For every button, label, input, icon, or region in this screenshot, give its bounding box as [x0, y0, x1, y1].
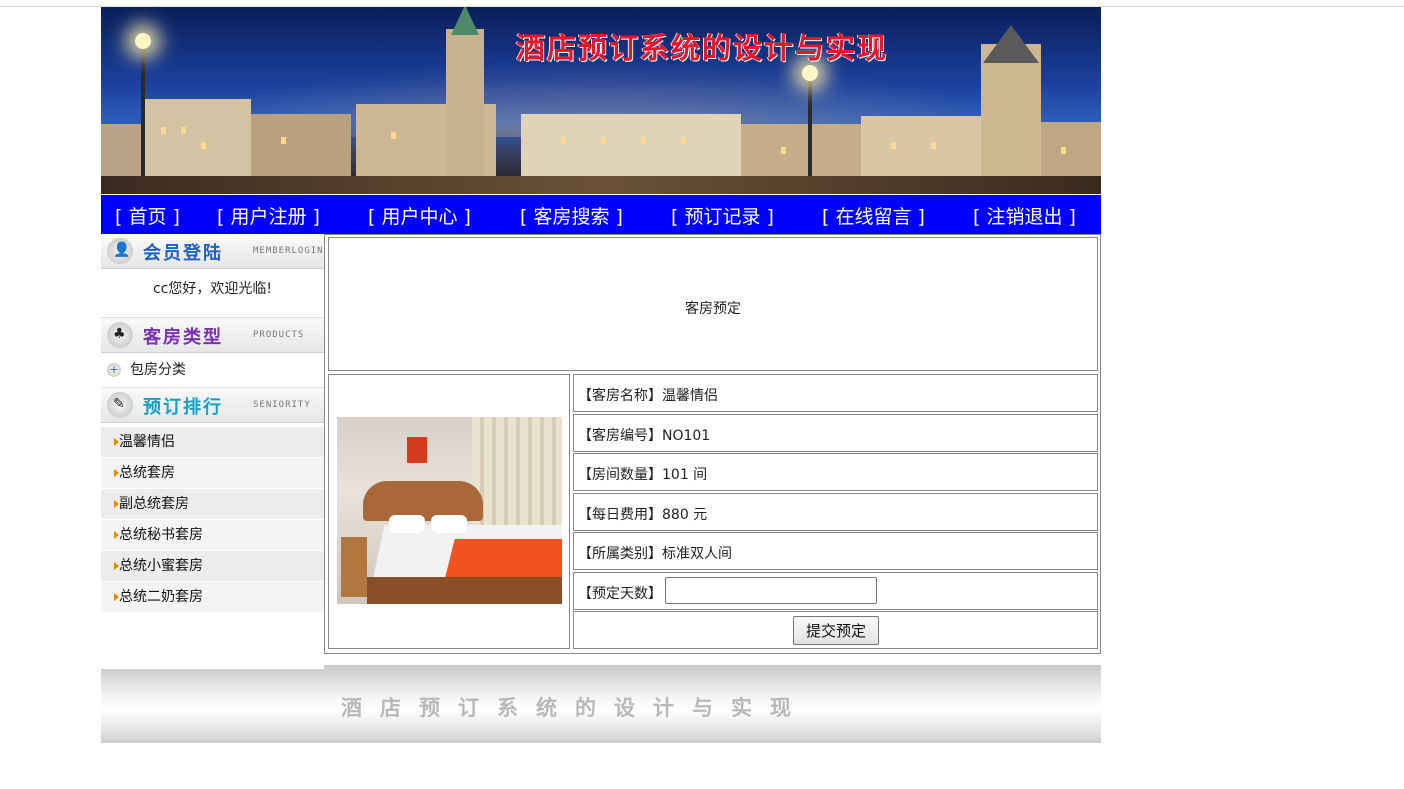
ranking-item[interactable]: 总统套房 — [101, 458, 324, 489]
sidebar: 👤 会员登陆 MEMBERLOGIN cc您好，欢迎光临! ♣ 客房类型 PRO… — [101, 234, 324, 667]
room-code: 【客房编号】NO101 — [578, 428, 711, 444]
room-count: 【房间数量】101 间 — [578, 467, 708, 483]
submit-booking-button[interactable]: 提交预定 — [793, 616, 879, 645]
ranking-title: 预订排行 — [143, 397, 223, 418]
welcome-text: cc您好，欢迎光临! — [101, 269, 324, 318]
banner-tower — [446, 29, 484, 194]
ranking-item[interactable]: 总统二奶套房 — [101, 582, 324, 613]
pencil-icon: ✎ — [107, 392, 133, 418]
room-name-row: 【客房名称】温馨情侣 — [573, 374, 1098, 412]
room-type: 【所属类别】标准双人间 — [578, 546, 732, 562]
booking-days-label: 【预定天数】 — [578, 586, 662, 602]
ranking-header: ✎ 预订排行 SENIORITY — [101, 388, 324, 423]
booking-header-cell: 客房预定 — [328, 237, 1098, 371]
room-count-row: 【房间数量】101 间 — [573, 453, 1098, 491]
ranking-subtitle: SENIORITY — [253, 400, 311, 410]
lamp-post — [141, 44, 145, 194]
tower-spire — [983, 25, 1039, 63]
category-item[interactable]: + 包房分类 — [101, 353, 324, 388]
plus-icon: + — [107, 363, 121, 377]
member-login-subtitle: MEMBERLOGIN — [253, 246, 324, 256]
member-icon: 👤 — [107, 238, 133, 264]
room-image-cell — [328, 374, 570, 649]
room-code-row: 【客房编号】NO101 — [573, 414, 1098, 452]
nav-user-center[interactable]: [ 用户中心 ] — [368, 202, 471, 229]
room-price-row: 【每日费用】880 元 — [573, 493, 1098, 531]
ranking-item[interactable]: 副总统套房 — [101, 489, 324, 520]
room-type-subtitle: PRODUCTS — [253, 330, 305, 340]
ranking-item[interactable]: 总统小蜜套房 — [101, 551, 324, 582]
booking-panel: 客房预定 【客房名称】温馨情侣 【客房编号】NO101 【房间数量】101 间 — [324, 234, 1101, 654]
nav-booking-records[interactable]: [ 预订记录 ] — [671, 202, 774, 229]
ranking-list: 温馨情侣 总统套房 副总统套房 总统秘书套房 总统小蜜套房 总统二奶套房 — [101, 423, 324, 613]
member-login-title: 会员登陆 — [143, 243, 223, 264]
room-price: 【每日费用】880 元 — [578, 507, 708, 523]
category-label: 包房分类 — [130, 362, 186, 378]
room-photo — [337, 417, 562, 604]
footer-text: 酒店预订系统的设计与实现 — [341, 695, 809, 720]
banner-ground — [101, 176, 1101, 194]
nav-register[interactable]: [ 用户注册 ] — [217, 202, 320, 229]
room-type-row: 【所属类别】标准双人间 — [573, 532, 1098, 570]
nav-messages[interactable]: [ 在线留言 ] — [822, 202, 925, 229]
booking-days-row: 【预定天数】 — [573, 572, 1098, 610]
page-wrapper: 酒店预订系统的设计与实现 [ 首页 ] [ 用户注册 ] [ 用户中心 ] [ … — [101, 7, 1101, 743]
products-icon: ♣ — [107, 322, 133, 348]
header-banner: 酒店预订系统的设计与实现 — [101, 7, 1101, 194]
nav-home[interactable]: [ 首页 ] — [115, 202, 180, 229]
room-type-header: ♣ 客房类型 PRODUCTS — [101, 318, 324, 353]
banner-tower — [981, 44, 1041, 194]
room-type-title: 客房类型 — [143, 327, 223, 348]
ranking-item[interactable]: 总统秘书套房 — [101, 520, 324, 551]
room-name: 【客房名称】温馨情侣 — [578, 388, 718, 404]
submit-row: 提交预定 — [573, 611, 1098, 649]
nav-room-search[interactable]: [ 客房搜索 ] — [520, 202, 623, 229]
street-lamp — [802, 65, 818, 81]
member-login-header: 👤 会员登陆 MEMBERLOGIN — [101, 234, 324, 269]
booking-header: 客房预定 — [685, 301, 741, 317]
main-nav: [ 首页 ] [ 用户注册 ] [ 用户中心 ] [ 客房搜索 ] [ 预订记录… — [101, 194, 1101, 236]
street-lamp — [135, 33, 151, 49]
site-title: 酒店预订系统的设计与实现 — [516, 31, 889, 65]
footer: 酒店预订系统的设计与实现 — [101, 665, 1101, 743]
ranking-item[interactable]: 温馨情侣 — [101, 427, 324, 458]
booking-days-input[interactable] — [665, 577, 877, 604]
nav-logout[interactable]: [ 注销退出 ] — [973, 202, 1076, 229]
tower-spire — [451, 7, 479, 35]
